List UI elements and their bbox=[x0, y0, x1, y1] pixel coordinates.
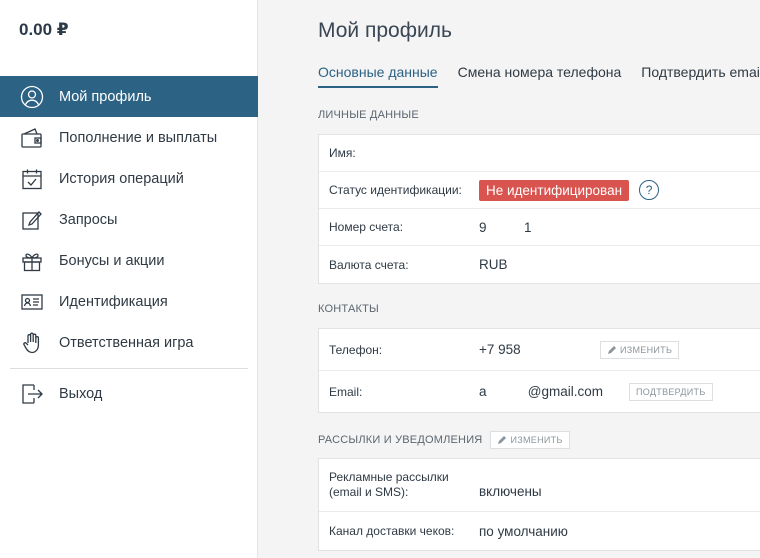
sidebar-item-requests[interactable]: Запросы bbox=[0, 199, 258, 240]
pencil-icon bbox=[498, 436, 507, 444]
account-row: Номер счета: 9 1 bbox=[319, 209, 760, 246]
name-row: Имя: bbox=[319, 135, 760, 172]
sidebar-item-label: История операций bbox=[59, 170, 184, 187]
status-badge: Не идентифицирован bbox=[479, 179, 630, 201]
change-phone-button[interactable]: ИЗМЕНИТЬ bbox=[600, 340, 680, 359]
ads-value: включены bbox=[479, 483, 542, 499]
sidebar-item-label: Бонусы и акции bbox=[59, 252, 165, 269]
currency-row: Валюта счета: RUB bbox=[319, 246, 760, 283]
sidebar-item-logout[interactable]: Выход bbox=[0, 373, 258, 414]
phone-label: Телефон: bbox=[329, 342, 383, 357]
phone-value: +7 958 bbox=[479, 342, 521, 357]
receipt-value: по умолчанию bbox=[479, 523, 568, 539]
confirm-email-button[interactable]: ПОДТВЕРДИТЬ bbox=[629, 382, 713, 401]
currency-label: Валюта счета: bbox=[329, 257, 409, 272]
email-label: Email: bbox=[329, 384, 363, 399]
edit-notifications-button[interactable]: ИЗМЕНИТЬ bbox=[490, 431, 570, 449]
email-row: Email: a @gmail.com ПОДТВЕРДИТЬ bbox=[319, 371, 760, 412]
hand-icon bbox=[19, 330, 45, 356]
pencil-icon bbox=[608, 345, 616, 354]
sidebar-item-label: Мой профиль bbox=[59, 88, 152, 105]
ads-label-line2: (email и SMS): bbox=[329, 485, 409, 499]
account-value: 9 1 bbox=[479, 219, 532, 235]
name-label: Имя: bbox=[329, 146, 356, 160]
email-value: a @gmail.com bbox=[479, 384, 603, 399]
sidebar-item-history[interactable]: История операций bbox=[0, 158, 258, 199]
main-content: Мой профиль Основные данные Смена номера… bbox=[259, 0, 760, 558]
profile-tabs: Основные данные Смена номера телефона По… bbox=[318, 64, 760, 90]
sidebar-divider bbox=[10, 368, 248, 369]
change-phone-button-label: ИЗМЕНИТЬ bbox=[620, 344, 673, 355]
edit-notifications-button-label: ИЗМЕНИТЬ bbox=[510, 435, 563, 445]
page-title: Мой профиль bbox=[318, 19, 452, 42]
sidebar-item-responsible-gaming[interactable]: Ответственная игра bbox=[0, 322, 258, 363]
sidebar-item-profile[interactable]: Мой профиль bbox=[0, 76, 258, 117]
user-circle-icon bbox=[19, 84, 45, 110]
balance: 0.00 ₽ bbox=[19, 20, 69, 39]
sidebar-item-identification[interactable]: Идентификация bbox=[0, 281, 258, 322]
receipt-row: Канал доставки чеков: по умолчанию bbox=[319, 512, 760, 550]
tab-change-phone[interactable]: Смена номера телефона bbox=[458, 64, 622, 88]
gift-icon bbox=[19, 248, 45, 274]
ads-label-line1: Рекламные рассылки bbox=[329, 470, 449, 484]
section-contacts-label: КОНТАКТЫ bbox=[318, 303, 379, 315]
personal-data-panel: Имя: Статус идентификации: Не идентифици… bbox=[318, 134, 760, 284]
receipt-label: Канал доставки чеков: bbox=[329, 524, 455, 538]
ads-label: Рекламные рассылки (email и SMS): bbox=[329, 470, 479, 500]
currency-value: RUB bbox=[479, 257, 508, 272]
sidebar: 0.00 ₽ Мой профиль Пополнение и выплаты … bbox=[0, 0, 258, 558]
phone-row: Телефон: +7 958 ИЗМЕНИТЬ bbox=[319, 329, 760, 371]
help-icon[interactable]: ? bbox=[639, 180, 660, 200]
sidebar-item-label: Ответственная игра bbox=[59, 334, 194, 351]
sidebar-item-label: Пополнение и выплаты bbox=[59, 129, 218, 146]
section-personal-label: ЛИЧНЫЕ ДАННЫЕ bbox=[318, 109, 419, 121]
wallet-icon bbox=[19, 125, 45, 151]
calendar-check-icon bbox=[19, 166, 45, 192]
sidebar-item-label: Идентификация bbox=[59, 293, 168, 310]
sidebar-item-label: Выход bbox=[59, 385, 103, 402]
sidebar-nav: Мой профиль Пополнение и выплаты История… bbox=[0, 76, 258, 414]
account-label: Номер счета: bbox=[329, 220, 404, 234]
status-label: Статус идентификации: bbox=[329, 183, 462, 197]
notifications-panel: Рекламные рассылки (email и SMS): включе… bbox=[318, 458, 760, 551]
sidebar-item-payments[interactable]: Пополнение и выплаты bbox=[0, 117, 258, 158]
section-notifications: РАССЫЛКИ И УВЕДОМЛЕНИЯ ИЗМЕНИТЬ bbox=[318, 431, 570, 449]
tab-basic-data[interactable]: Основные данные bbox=[318, 64, 438, 88]
ads-row: Рекламные рассылки (email и SMS): включе… bbox=[319, 459, 760, 512]
section-notifications-label: РАССЫЛКИ И УВЕДОМЛЕНИЯ bbox=[318, 434, 483, 446]
contacts-panel: Телефон: +7 958 ИЗМЕНИТЬ Email: a @gmail… bbox=[318, 328, 760, 413]
tab-confirm-email[interactable]: Подтвердить email bbox=[641, 64, 760, 88]
logout-icon bbox=[19, 381, 45, 407]
status-row: Статус идентификации: Не идентифицирован… bbox=[319, 172, 760, 209]
id-card-icon bbox=[19, 289, 45, 315]
sidebar-item-label: Запросы bbox=[59, 211, 118, 228]
sidebar-item-bonuses[interactable]: Бонусы и акции bbox=[0, 240, 258, 281]
edit-icon bbox=[19, 207, 45, 233]
